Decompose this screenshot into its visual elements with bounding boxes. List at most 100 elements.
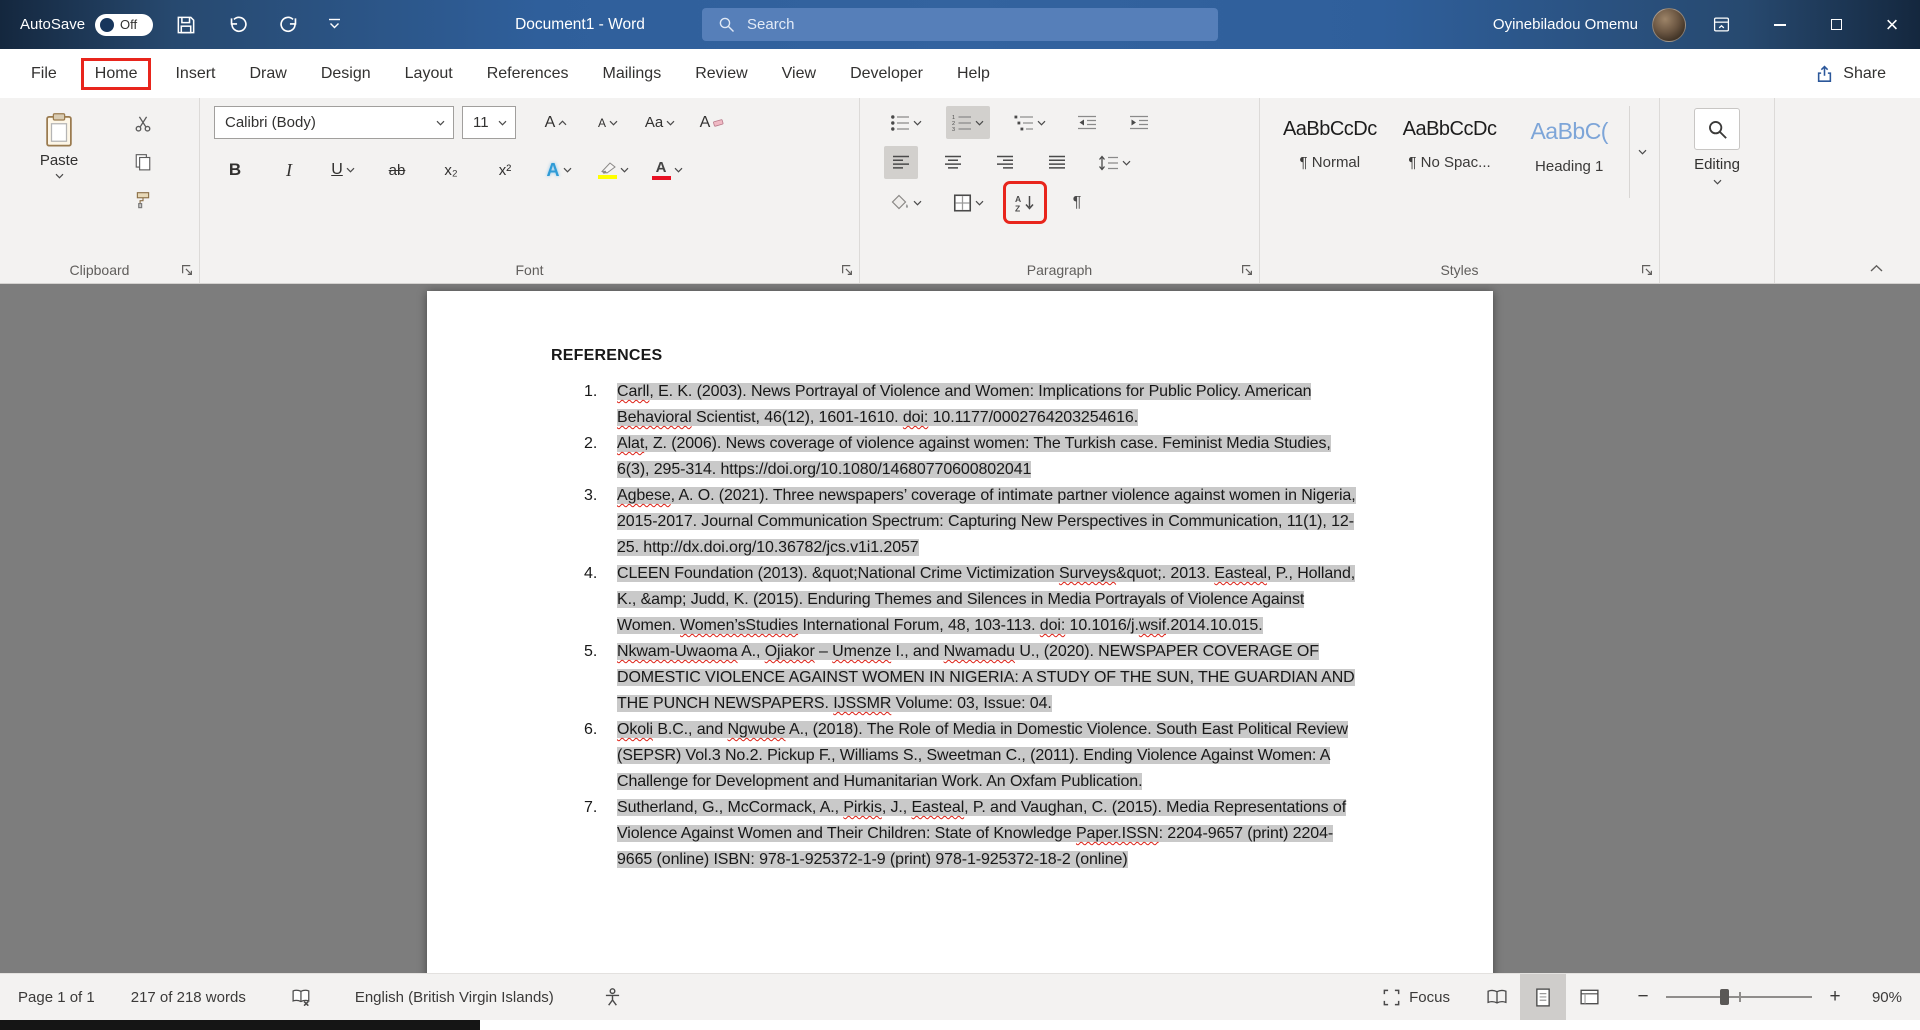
- avatar[interactable]: [1652, 8, 1686, 42]
- cut-button[interactable]: [128, 110, 158, 138]
- list-item: 1. Carll, E. K. (2003). News Portrayal o…: [551, 379, 1381, 431]
- ribbon-display-options-button[interactable]: [1704, 8, 1738, 42]
- read-mode-button[interactable]: [1474, 974, 1520, 1021]
- tab-developer[interactable]: Developer: [833, 49, 940, 98]
- tab-home[interactable]: Home: [74, 49, 159, 98]
- change-case-button[interactable]: Aa: [638, 107, 682, 139]
- decrease-indent-button[interactable]: [1070, 106, 1104, 139]
- style-heading-1[interactable]: AaBbC( Heading 1: [1509, 106, 1629, 198]
- chevron-down-icon: [975, 120, 984, 126]
- document-page[interactable]: REFERENCES 1. Carll, E. K. (2003). News …: [427, 291, 1493, 973]
- selected-text: Alat, Z. (2006). News coverage of violen…: [617, 435, 1331, 478]
- grow-font-button[interactable]: A: [534, 107, 578, 139]
- word-count[interactable]: 217 of 218 words: [131, 989, 246, 1006]
- tab-help[interactable]: Help: [940, 49, 1007, 98]
- copy-button[interactable]: [128, 148, 158, 176]
- tab-design[interactable]: Design: [304, 49, 388, 98]
- close-button[interactable]: ×: [1864, 0, 1920, 49]
- proofing-errors-icon[interactable]: [292, 989, 311, 1006]
- undo-icon: [228, 15, 249, 34]
- tab-review[interactable]: Review: [678, 49, 764, 98]
- paint-bucket-icon: [890, 194, 910, 212]
- strikethrough-button[interactable]: ab: [380, 153, 414, 187]
- list-item: 7. Sutherland, G., McCormack, A., Pirkis…: [551, 795, 1381, 873]
- increase-indent-button[interactable]: [1122, 106, 1156, 139]
- zoom-out-button[interactable]: −: [1630, 986, 1656, 1008]
- language-indicator[interactable]: English (British Virgin Islands): [355, 989, 554, 1006]
- focus-mode-button[interactable]: Focus: [1383, 989, 1450, 1006]
- bold-button[interactable]: B: [218, 153, 252, 187]
- ribbon: Paste Clipboard Calibri (Body) 11 A: [0, 98, 1920, 284]
- line-spacing-icon: [1098, 155, 1119, 171]
- undo-button[interactable]: [221, 8, 255, 42]
- line-spacing-button[interactable]: [1092, 146, 1136, 179]
- tab-insert[interactable]: Insert: [158, 49, 232, 98]
- clipboard-dialog-launcher[interactable]: [181, 264, 193, 276]
- subscript-button[interactable]: x₂: [434, 153, 468, 187]
- italic-button[interactable]: I: [272, 153, 306, 187]
- justify-button[interactable]: [1040, 146, 1074, 179]
- zoom-in-button[interactable]: +: [1822, 986, 1848, 1008]
- tab-draw[interactable]: Draw: [232, 49, 303, 98]
- superscript-button[interactable]: x²: [488, 153, 522, 187]
- print-layout-button[interactable]: [1520, 974, 1566, 1021]
- tab-references[interactable]: References: [470, 49, 586, 98]
- tab-mailings[interactable]: Mailings: [586, 49, 679, 98]
- autosave-toggle[interactable]: Off: [95, 14, 153, 36]
- style-no-spacing[interactable]: AaBbCcDc ¶ No Spac...: [1390, 106, 1510, 198]
- font-dialog-launcher[interactable]: [841, 264, 853, 276]
- text-effects-button[interactable]: A: [542, 153, 576, 187]
- list-item: 2. Alat, Z. (2006). News coverage of vio…: [551, 431, 1381, 483]
- sort-button[interactable]: AZ: [1008, 186, 1042, 219]
- shading-button[interactable]: [884, 186, 928, 219]
- tab-view[interactable]: View: [765, 49, 833, 98]
- zoom-slider[interactable]: [1666, 996, 1812, 998]
- tab-layout[interactable]: Layout: [388, 49, 470, 98]
- strikethrough-label: ab: [389, 162, 406, 179]
- collapse-ribbon-button[interactable]: [1869, 264, 1884, 273]
- eraser-icon: [713, 118, 724, 127]
- font-size-combobox[interactable]: 11: [462, 106, 516, 139]
- font-color-button[interactable]: A: [650, 153, 684, 187]
- increase-indent-icon: [1129, 115, 1149, 131]
- paragraph-dialog-launcher[interactable]: [1241, 264, 1253, 276]
- share-button[interactable]: Share: [1815, 65, 1886, 83]
- font-size-value: 11: [473, 114, 489, 131]
- customize-quick-access-toolbar-button[interactable]: [317, 8, 351, 42]
- styles-gallery-more-button[interactable]: [1629, 106, 1655, 198]
- tab-file[interactable]: File: [14, 49, 74, 98]
- list-item: 6. Okoli B.C., and Ngwube A., (2018). Th…: [551, 717, 1381, 795]
- align-center-button[interactable]: [936, 146, 970, 179]
- accessibility-checker-icon[interactable]: [604, 988, 621, 1006]
- underline-button[interactable]: U: [326, 153, 360, 187]
- font-name-combobox[interactable]: Calibri (Body): [214, 106, 454, 139]
- zoom-level[interactable]: 90%: [1856, 989, 1902, 1006]
- chevron-down-icon: [913, 120, 922, 126]
- format-painter-button[interactable]: [128, 186, 158, 214]
- paste-button[interactable]: Paste: [28, 106, 90, 283]
- share-label: Share: [1843, 65, 1886, 83]
- web-layout-button[interactable]: [1566, 974, 1612, 1021]
- page-indicator[interactable]: Page 1 of 1: [18, 989, 95, 1006]
- save-button[interactable]: [169, 8, 203, 42]
- styles-dialog-launcher[interactable]: [1641, 264, 1653, 276]
- maximize-button[interactable]: [1808, 0, 1864, 49]
- show-hide-formatting-button[interactable]: ¶: [1060, 186, 1094, 219]
- align-right-button[interactable]: [988, 146, 1022, 179]
- minimize-button[interactable]: [1752, 0, 1808, 49]
- borders-button[interactable]: [946, 186, 990, 219]
- bullets-button[interactable]: [884, 106, 928, 139]
- chevron-down-icon: [346, 167, 355, 173]
- align-left-button[interactable]: [884, 146, 918, 179]
- multilevel-list-button[interactable]: [1008, 106, 1052, 139]
- text-highlight-color-button[interactable]: [596, 153, 630, 187]
- search-input[interactable]: Search: [702, 8, 1218, 41]
- zoom-slider-thumb[interactable]: [1720, 989, 1729, 1005]
- numbering-button[interactable]: 123: [946, 106, 990, 139]
- align-right-icon: [996, 155, 1014, 170]
- redo-button[interactable]: [271, 8, 305, 42]
- style-normal[interactable]: AaBbCcDc ¶ Normal: [1270, 106, 1390, 198]
- clear-formatting-button[interactable]: A: [690, 107, 734, 139]
- shrink-font-button[interactable]: A: [586, 107, 630, 139]
- editing-button[interactable]: [1694, 108, 1740, 150]
